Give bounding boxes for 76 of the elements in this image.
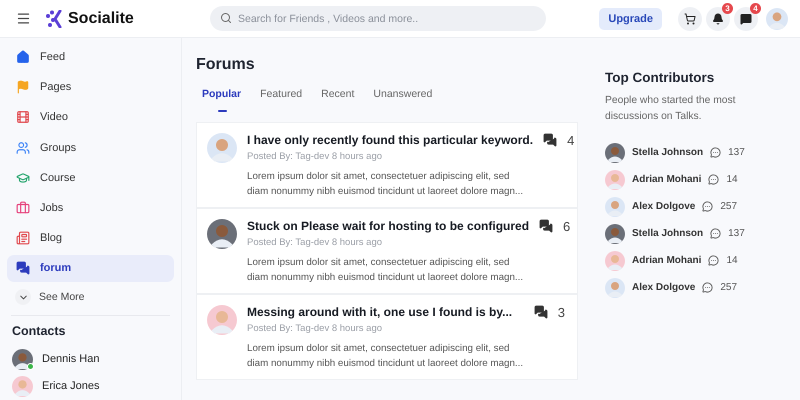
avatar bbox=[207, 219, 237, 249]
replies-icon bbox=[543, 133, 558, 147]
reply-count: 6 bbox=[563, 219, 570, 235]
bell-icon bbox=[712, 12, 724, 24]
contributor-name[interactable]: Stella Johnson bbox=[632, 147, 704, 158]
discussion-count: 14 bbox=[726, 255, 738, 266]
avatar bbox=[605, 250, 625, 270]
post-meta: Posted By: Tag-dev 8 hours ago bbox=[247, 323, 384, 334]
comment-icon bbox=[702, 201, 714, 212]
avatar bbox=[605, 170, 625, 190]
cart-button[interactable] bbox=[678, 6, 702, 30]
menu-icon[interactable] bbox=[16, 11, 31, 26]
sidebar-item[interactable]: Video bbox=[7, 104, 174, 131]
post-excerpt: Lorem ipsum dolor sit amet, consectetuer adipiscing elit, sed diam nonummy nibh euismod tincidunt ut laoreet dolore magn... bbox=[247, 170, 524, 199]
contributor-name[interactable]: Adrian Mohani bbox=[632, 255, 702, 266]
post-excerpt: Lorem ipsum dolor sit amet, consectetuer adipiscing elit, sed diam nonummy nibh euismod tincidunt ut laoreet dolore magn... bbox=[247, 256, 524, 285]
replies-icon bbox=[539, 219, 554, 233]
notification-count: 3 bbox=[722, 2, 733, 14]
comment-icon bbox=[710, 228, 722, 239]
contributor-name[interactable]: Adrian Mohani bbox=[632, 174, 702, 185]
post-title[interactable]: Messing around with it, one use I found is by... bbox=[247, 305, 524, 319]
search-icon bbox=[220, 12, 232, 24]
message-count: 4 bbox=[750, 2, 761, 14]
contributor-name[interactable]: Alex Dolgove bbox=[632, 282, 696, 293]
sidebar-item[interactable]: Course bbox=[7, 164, 174, 191]
avatar bbox=[207, 305, 237, 335]
avatar bbox=[12, 376, 33, 397]
section-title: Top Contributors bbox=[605, 70, 716, 85]
avatar bbox=[605, 142, 625, 162]
discussion-count: 257 bbox=[720, 201, 738, 212]
post-meta: Posted By: Tag-dev 8 hours ago bbox=[247, 151, 384, 162]
comment-icon bbox=[708, 174, 720, 185]
discussion-count: 14 bbox=[726, 174, 738, 185]
tab[interactable]: Recent bbox=[315, 88, 360, 112]
sidebar-item[interactable]: forum bbox=[7, 255, 174, 282]
discussion-count: 257 bbox=[720, 282, 738, 293]
contact-item[interactable]: Erica Jones bbox=[7, 372, 174, 400]
page-title: Forums bbox=[196, 56, 256, 74]
contributor-name[interactable]: Stella Johnson bbox=[632, 228, 704, 239]
comment-icon bbox=[708, 255, 720, 266]
section-description: People who started the most discussions on Talks. bbox=[605, 94, 737, 124]
tab[interactable]: Unanswered bbox=[367, 88, 438, 112]
sidebar-item[interactable]: Pages bbox=[7, 74, 174, 100]
avatar bbox=[207, 133, 237, 163]
sidebar-item[interactable]: Groups bbox=[7, 134, 174, 161]
logo-icon bbox=[45, 10, 63, 28]
upgrade-button[interactable]: Upgrade bbox=[599, 8, 662, 30]
comment-icon bbox=[702, 282, 714, 293]
discussion-count: 137 bbox=[728, 147, 745, 158]
tab[interactable]: Popular bbox=[196, 88, 248, 112]
post-title[interactable]: Stuck on Please wait for hosting to be configured bbox=[247, 219, 530, 233]
comment-icon bbox=[710, 147, 722, 158]
avatar bbox=[605, 224, 625, 244]
sidebar-item[interactable]: Blog bbox=[7, 225, 174, 252]
avatar bbox=[12, 348, 33, 370]
replies-icon bbox=[534, 305, 548, 319]
see-more-link[interactable]: See More bbox=[7, 286, 174, 309]
sidebar-item[interactable]: Feed bbox=[7, 44, 174, 70]
contact-item[interactable]: Dennis Han bbox=[7, 346, 174, 373]
avatar bbox=[605, 278, 625, 298]
cart-icon bbox=[684, 12, 696, 24]
post-excerpt: Lorem ipsum dolor sit amet, consectetuer adipiscing elit, sed diam nonummy nibh euismod tincidunt ut laoreet dolore magn... bbox=[247, 342, 524, 371]
reply-count: 4 bbox=[567, 133, 574, 149]
section-title: Contacts bbox=[11, 324, 66, 338]
discussion-count: 137 bbox=[728, 228, 745, 239]
message-icon bbox=[740, 12, 752, 24]
avatar bbox=[605, 196, 625, 216]
logo-text: Socialite bbox=[68, 10, 134, 28]
post-meta: Posted By: Tag-dev 8 hours ago bbox=[247, 237, 384, 248]
contributor-name[interactable]: Alex Dolgove bbox=[632, 201, 696, 212]
avatar bbox=[766, 8, 788, 30]
tab[interactable]: Featured bbox=[254, 88, 308, 112]
post-title[interactable]: I have only recently found this particular keyword. bbox=[247, 133, 534, 147]
reply-count: 3 bbox=[558, 305, 565, 321]
search-field[interactable]: Search for Friends , Videos and more.. bbox=[210, 6, 546, 31]
sidebar-item[interactable]: Jobs bbox=[7, 194, 174, 222]
